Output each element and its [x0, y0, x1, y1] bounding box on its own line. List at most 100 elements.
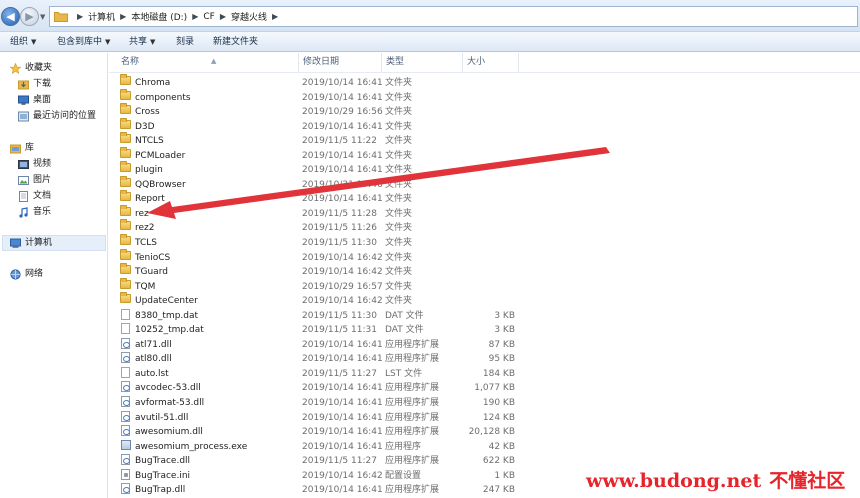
file-row[interactable]: TCLS 2019/11/5 11:30 文件夹	[109, 234, 860, 251]
folder-icon	[120, 74, 131, 85]
file-row[interactable]: avcodec-53.dll 2019/10/14 16:41 应用程序扩展 1,07…	[109, 381, 860, 396]
file-icon	[121, 308, 130, 320]
nav-item-libraries[interactable]: 库	[10, 141, 34, 156]
file-type: 文件夹	[385, 208, 413, 219]
file-type: 文件夹	[385, 223, 413, 234]
column-header-date[interactable]: 修改日期	[299, 53, 382, 72]
share-label: 共享	[129, 37, 148, 47]
recent-pages-dropdown-icon[interactable]: ▼	[40, 13, 45, 21]
breadcrumb-separator-icon[interactable]: ▶	[120, 12, 126, 21]
file-row[interactable]: avutil-51.dll 2019/10/14 16:41 应用程序扩展 124 K…	[109, 410, 860, 426]
nav-item-videos[interactable]: 视频	[18, 157, 51, 172]
organize-button[interactable]: 组织 ▼	[10, 32, 36, 52]
dll-file-icon	[121, 396, 130, 408]
folder-icon	[120, 117, 131, 129]
file-row[interactable]: 8380_tmp.dat 2019/11/5 11:30 DAT 文件 3 KB	[109, 308, 860, 324]
nav-item-label: 桌面	[33, 95, 52, 105]
file-row[interactable]: TQM 2019/10/29 16:57 文件夹	[109, 277, 860, 295]
file-row[interactable]: auto.lst 2019/11/5 11:27 LST 文件 184 KB	[109, 366, 860, 382]
breadcrumb-crossfire[interactable]: 穿越火线	[231, 10, 267, 23]
nav-item-downloads[interactable]: 下载	[18, 77, 51, 92]
breadcrumb-separator-icon[interactable]: ▶	[220, 12, 226, 21]
file-row[interactable]: 10252_tmp.dat 2019/11/5 11:31 DAT 文件 3 KB	[109, 323, 860, 338]
file-size: 3 KB	[494, 310, 515, 321]
back-button[interactable]: ◀	[1, 7, 20, 26]
nav-item-pictures[interactable]: 图片	[18, 173, 51, 188]
file-row[interactable]: Chroma 2019/10/14 16:41 文件夹	[109, 74, 860, 91]
file-type: DAT 文件	[385, 310, 424, 321]
file-size: 622 KB	[482, 456, 515, 467]
file-row[interactable]: awesomium.dll 2019/10/14 16:41 应用程序扩展 20,12…	[109, 425, 860, 440]
file-type: 文件夹	[385, 179, 413, 190]
breadcrumb[interactable]: ▶ 计算机 ▶ 本地磁盘 (D:) ▶ CF ▶ 穿越火线 ▶	[49, 6, 858, 27]
file-type: 文件夹	[385, 107, 413, 118]
file-row[interactable]: NTCLS 2019/11/5 11:22 文件夹	[109, 132, 860, 149]
file-modified-date: 2019/10/14 16:41	[302, 485, 383, 496]
file-row[interactable]: UpdateCenter 2019/10/14 16:42 文件夹	[109, 292, 860, 309]
file-row[interactable]: D3D 2019/10/14 16:41 文件夹	[109, 117, 860, 135]
breadcrumb-cf[interactable]: CF	[203, 12, 214, 22]
file-type: 文件夹	[385, 165, 413, 176]
burn-button[interactable]: 刻录	[176, 32, 194, 52]
share-button[interactable]: 共享 ▼	[129, 32, 155, 52]
download-folder-icon	[18, 80, 29, 90]
file-modified-date: 2019/11/5 11:31	[302, 325, 377, 336]
file-type: 应用程序扩展	[385, 339, 440, 350]
nav-item-label: 收藏夹	[25, 63, 53, 73]
nav-item-network[interactable]: 网络	[10, 267, 43, 282]
nav-item-music[interactable]: 音乐	[18, 205, 51, 220]
file-list: Chroma 2019/10/14 16:41 文件夹 components 2019/…	[109, 74, 860, 498]
nav-item-documents[interactable]: 文档	[18, 189, 51, 204]
file-size: 95 KB	[488, 354, 515, 365]
file-modified-date: 2019/10/14 16:41	[302, 194, 383, 205]
file-row[interactable]: awesomium_process.exe 2019/10/14 16:41 应用程…	[109, 439, 860, 455]
forward-button[interactable]: ▶	[20, 7, 39, 26]
column-header-name[interactable]: ▲ 名称	[117, 53, 299, 72]
breadcrumb-local-disk-d[interactable]: 本地磁盘 (D:)	[131, 10, 187, 23]
folder-icon	[120, 292, 131, 304]
file-row[interactable]: Report 2019/10/14 16:41 文件夹	[109, 190, 860, 207]
nav-item-desktop[interactable]: 桌面	[18, 93, 51, 108]
file-name: components	[135, 92, 191, 103]
file-name: avutil-51.dll	[135, 412, 189, 423]
file-row[interactable]: atl71.dll 2019/10/14 16:41 应用程序扩展 87 KB	[109, 337, 860, 353]
nav-item-computer[interactable]: 计算机	[10, 236, 52, 251]
file-modified-date: 2019/11/5 11:27	[302, 456, 377, 467]
command-bar: 组织 ▼ 包含到库中 ▼ 共享 ▼ 刻录 新建文件夹	[0, 32, 860, 52]
column-header-size[interactable]: 大小	[463, 53, 519, 72]
folder-icon	[120, 204, 131, 216]
file-size: 1,077 KB	[474, 383, 515, 394]
file-row[interactable]: avformat-53.dll 2019/10/14 16:41 应用程序扩展 190…	[109, 396, 860, 411]
new-folder-button[interactable]: 新建文件夹	[213, 32, 258, 52]
include-in-library-label: 包含到库中	[57, 37, 103, 47]
breadcrumb-separator-icon[interactable]: ▶	[77, 12, 83, 21]
folder-icon	[120, 146, 131, 158]
file-row[interactable]: QQBrowser 2019/10/31 17:46 文件夹	[109, 175, 860, 193]
picture-library-icon	[18, 176, 29, 185]
breadcrumb-separator-icon[interactable]: ▶	[192, 12, 198, 21]
file-row[interactable]: rez2 2019/11/5 11:26 文件夹	[109, 219, 860, 236]
file-row[interactable]: plugin 2019/10/14 16:41 文件夹	[109, 161, 860, 178]
file-name: TenioCS	[135, 252, 171, 263]
folder-icon	[54, 12, 68, 22]
file-row[interactable]: TenioCS 2019/10/14 16:42 文件夹	[109, 248, 860, 266]
nav-item-recent-places[interactable]: 最近访问的位置	[18, 109, 96, 124]
file-row[interactable]: Cross 2019/10/29 16:56 文件夹	[109, 103, 860, 120]
file-row[interactable]: atl80.dll 2019/10/14 16:41 应用程序扩展 95 KB	[109, 352, 860, 367]
network-icon	[10, 269, 21, 280]
star-icon	[10, 63, 21, 74]
file-name: QQBrowser	[135, 179, 186, 190]
include-in-library-button[interactable]: 包含到库中 ▼	[57, 32, 110, 52]
breadcrumb-computer[interactable]: 计算机	[88, 10, 115, 23]
column-header-label: 名称	[121, 57, 140, 67]
dll-file-icon	[121, 337, 130, 349]
dll-file-icon	[121, 454, 130, 466]
file-row[interactable]: TGuard 2019/10/14 16:42 文件夹	[109, 263, 860, 280]
file-row[interactable]: rez 2019/11/5 11:28 文件夹	[109, 204, 860, 222]
nav-item-favorites[interactable]: 收藏夹	[10, 61, 52, 76]
breadcrumb-separator-icon[interactable]: ▶	[272, 12, 278, 21]
file-row[interactable]: PCMLoader 2019/10/14 16:41 文件夹	[109, 146, 860, 164]
file-row[interactable]: components 2019/10/14 16:41 文件夹	[109, 88, 860, 106]
column-header-type[interactable]: 类型	[382, 53, 463, 72]
folder-icon	[120, 161, 131, 173]
